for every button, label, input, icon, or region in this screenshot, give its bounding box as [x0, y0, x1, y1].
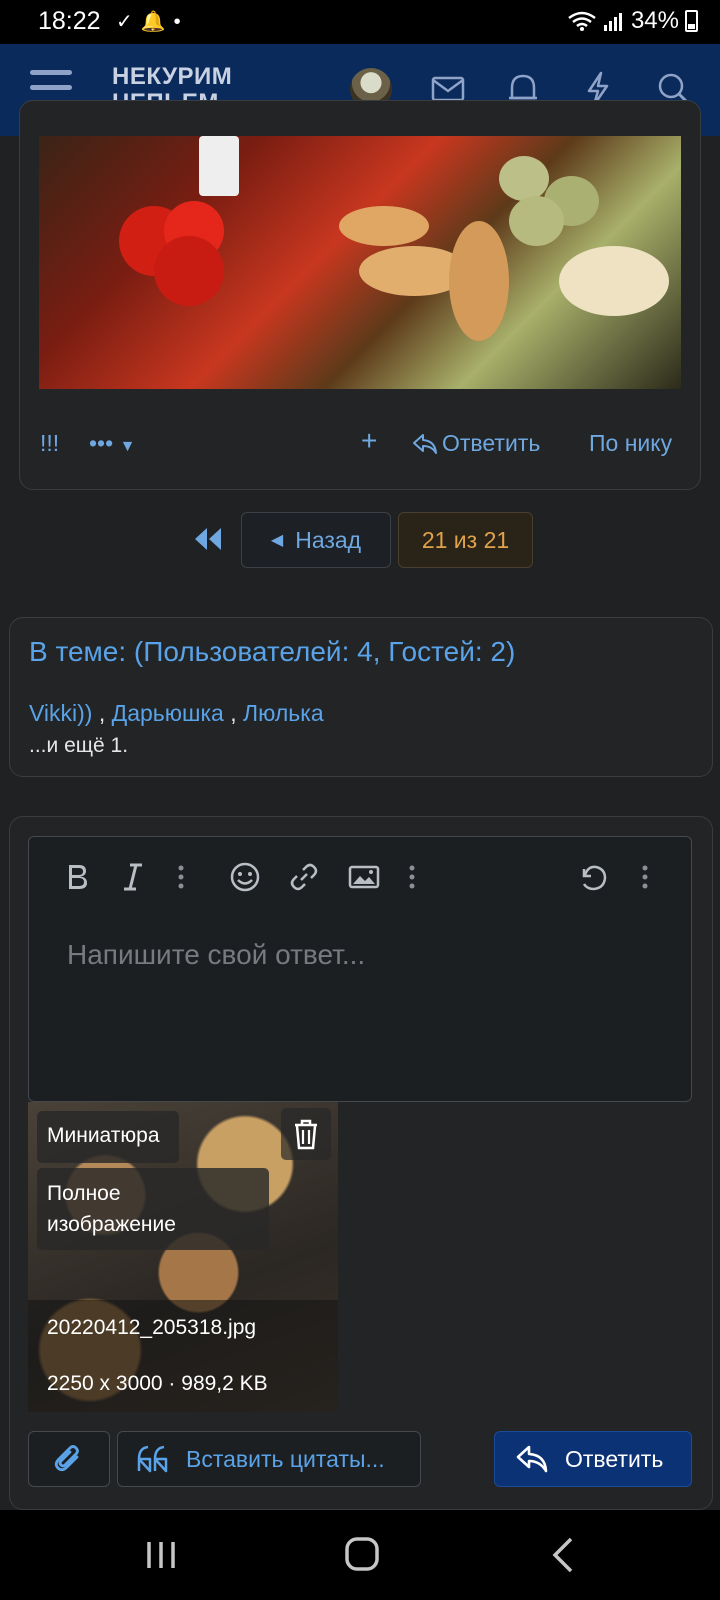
user-link[interactable]: Vikki))	[29, 700, 92, 726]
battery-icon	[685, 10, 698, 32]
attach-file-button[interactable]	[28, 1431, 110, 1487]
notification-icons: ✓🔔•	[116, 11, 189, 33]
post-actions: !!! ••• ▼ + Ответить По нику	[19, 420, 701, 472]
home-icon[interactable]	[332, 1532, 392, 1578]
more-menu-button[interactable]: ••• ▼	[89, 430, 135, 457]
attachment-thumbnail[interactable]: Миниатюра Полное изображение 20220412_20…	[28, 1102, 338, 1412]
separator: ,	[98, 700, 106, 726]
double-left-icon	[195, 528, 221, 550]
signal-icon	[603, 13, 622, 31]
online-more[interactable]: ...и ещё 1.	[29, 734, 128, 758]
pickle-shape	[509, 196, 564, 246]
submit-reply-label: Ответить	[565, 1445, 664, 1472]
undo-icon[interactable]	[573, 857, 613, 897]
link-icon[interactable]	[284, 857, 324, 897]
italic-icon[interactable]	[113, 857, 153, 897]
logo-line-1: НЕКУРИМ	[112, 63, 233, 90]
separator: ,	[230, 700, 237, 726]
attachment-filename: 20220412_205318.jpg	[47, 1316, 257, 1339]
bun-shape	[339, 206, 429, 246]
image-icon[interactable]	[344, 857, 384, 897]
back-button[interactable]: ◀ Назад	[241, 512, 391, 568]
status-right: 34%	[567, 7, 698, 35]
plus-button[interactable]: +	[361, 425, 377, 457]
online-users-card: В теме: (Пользователей: 4, Гостей: 2) Vi…	[9, 617, 713, 777]
full-label-line-1: Полное	[47, 1182, 121, 1205]
by-nick-link[interactable]: По нику	[589, 430, 672, 457]
exclaim-button[interactable]: !!!	[40, 430, 59, 457]
reply-input[interactable]	[67, 935, 667, 975]
cream-shape	[559, 246, 669, 316]
chevron-down-icon: ▼	[119, 438, 136, 455]
bottle-shape	[199, 136, 239, 196]
insert-full-image-button[interactable]: Полное изображение	[37, 1168, 269, 1250]
back-label: Назад	[295, 526, 362, 553]
full-label-line-2: изображение	[47, 1213, 176, 1236]
reply-icon	[413, 433, 437, 454]
paperclip-icon	[54, 1445, 79, 1472]
reply-link-label: Ответить	[442, 430, 541, 456]
first-page-button[interactable]	[190, 524, 226, 554]
online-user-list: Vikki)) , Дарьюшка , Люлька	[29, 700, 324, 727]
reply-icon	[516, 1445, 548, 1473]
more-vertical-icon[interactable]	[161, 857, 201, 897]
more-dots: •••	[89, 430, 114, 456]
tomato-shape	[154, 236, 224, 306]
user-link[interactable]: Дарьюшка	[112, 700, 224, 726]
user-link[interactable]: Люлька	[243, 700, 324, 726]
bun-shape	[449, 221, 509, 341]
more-vertical-icon[interactable]	[625, 857, 665, 897]
post-image[interactable]	[39, 136, 681, 389]
caret-left-icon: ◀	[270, 532, 284, 549]
online-title[interactable]: В теме: (Пользователей: 4, Гостей: 2)	[29, 636, 515, 668]
more-vertical-icon[interactable]	[392, 857, 432, 897]
reply-editor	[28, 836, 692, 1102]
bold-icon[interactable]	[57, 857, 97, 897]
submit-reply-button[interactable]: Ответить	[494, 1431, 692, 1487]
insert-quotes-button[interactable]: Вставить цитаты...	[117, 1431, 421, 1487]
battery-text: 34%	[630, 7, 679, 34]
page-indicator[interactable]: 21 из 21	[398, 512, 533, 568]
status-bar: 18:22 ✓🔔• 34%	[0, 0, 720, 44]
wifi-icon	[568, 11, 596, 31]
trash-icon[interactable]	[281, 1108, 331, 1160]
attachment-info: 20220412_205318.jpg 2250 x 3000 · 989,2 …	[28, 1300, 338, 1412]
back-nav-icon[interactable]	[535, 1532, 595, 1578]
emoji-icon[interactable]	[225, 857, 265, 897]
pickle-shape	[499, 156, 549, 201]
status-time: 18:22	[38, 7, 101, 35]
insert-thumbnail-button[interactable]: Миниатюра	[37, 1111, 179, 1163]
insert-quotes-label: Вставить цитаты...	[186, 1445, 385, 1472]
attachment-details: 2250 x 3000 · 989,2 KB	[47, 1372, 268, 1395]
reply-link[interactable]: Ответить	[412, 430, 540, 457]
quote-icon	[137, 1445, 168, 1473]
system-nav-bar	[0, 1510, 720, 1600]
recent-apps-icon[interactable]	[131, 1532, 191, 1578]
